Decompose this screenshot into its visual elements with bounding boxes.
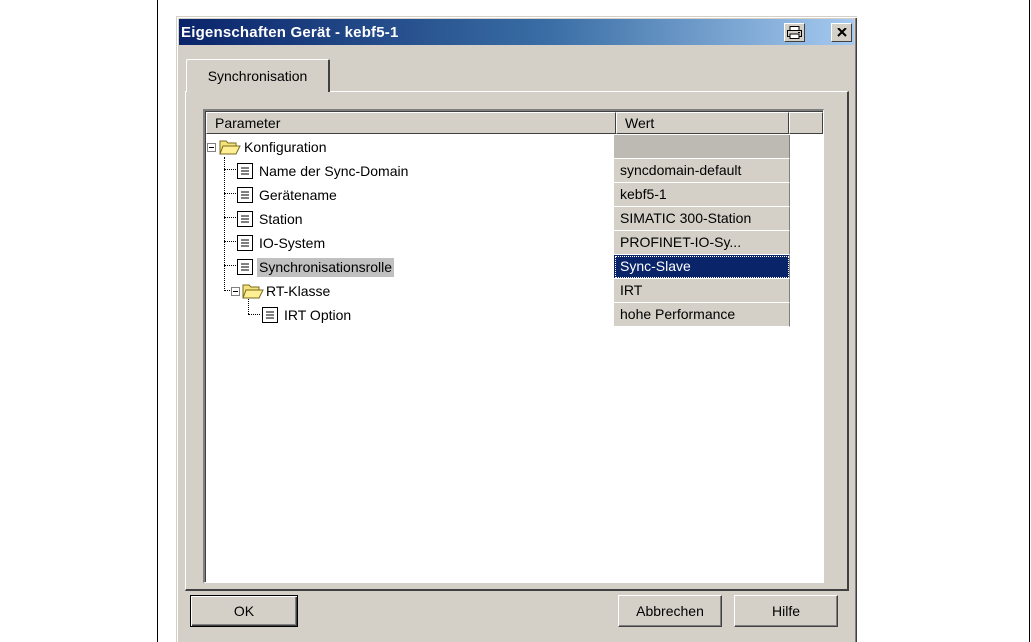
row-value[interactable]: kebf5-1 <box>614 183 790 207</box>
table-row[interactable]: Station SIMATIC 300-Station <box>205 207 805 231</box>
window-title: Eigenschaften Gerät - kebf5-1 <box>181 23 399 41</box>
row-label: Synchronisationsrolle <box>257 258 395 277</box>
cancel-button[interactable]: Abbrechen <box>618 595 722 627</box>
row-value[interactable]: hohe Performance <box>614 303 790 327</box>
column-header-wert[interactable]: Wert <box>616 112 789 134</box>
collapse-toggle[interactable] <box>207 143 216 152</box>
row-value[interactable] <box>614 135 790 159</box>
row-label: Station <box>259 211 303 227</box>
folder-open-icon <box>242 284 264 299</box>
print-button[interactable] <box>784 22 805 42</box>
tab-label: Synchronisation <box>207 68 308 84</box>
help-button[interactable]: Hilfe <box>734 595 838 627</box>
document-icon <box>237 235 253 251</box>
table-row[interactable]: Synchronisationsrolle Sync-Slave <box>205 255 805 279</box>
row-label: IO-System <box>259 235 326 251</box>
row-value[interactable]: SIMATIC 300-Station <box>614 207 790 231</box>
table-row[interactable]: Name der Sync-Domain syncdomain-default <box>205 159 805 183</box>
row-label: Gerätename <box>259 187 337 203</box>
row-value[interactable]: IRT <box>614 279 790 303</box>
ok-button[interactable]: OK <box>190 595 298 627</box>
document-icon <box>237 211 253 227</box>
document-icon <box>237 163 253 179</box>
row-value[interactable]: syncdomain-default <box>614 159 790 183</box>
collapse-toggle[interactable] <box>231 287 240 296</box>
property-grid: Parameter Wert Konfiguration Name der Sy… <box>203 109 824 583</box>
row-value-selected[interactable]: Sync-Slave <box>614 255 790 279</box>
folder-open-icon <box>219 140 241 155</box>
tab-synchronisation[interactable]: Synchronisation <box>186 59 330 92</box>
row-label: Konfiguration <box>244 139 327 155</box>
table-row[interactable]: Gerätename kebf5-1 <box>205 183 805 207</box>
cancel-button-label: Abbrechen <box>636 603 704 619</box>
title-bar[interactable]: Eigenschaften Gerät - kebf5-1 <box>179 19 854 45</box>
row-value[interactable]: PROFINET-IO-Sy... <box>614 231 790 255</box>
ok-button-label: OK <box>233 603 255 619</box>
document-icon <box>237 259 253 275</box>
row-label: Name der Sync-Domain <box>259 163 409 179</box>
properties-dialog: Eigenschaften Gerät - kebf5-1 Synchronis… <box>176 16 857 642</box>
table-row[interactable]: IRT Option hohe Performance <box>205 303 805 327</box>
grid-header: Parameter Wert <box>206 112 823 134</box>
close-icon <box>836 27 847 37</box>
row-label: RT-Klasse <box>266 283 331 299</box>
printer-icon <box>787 25 802 39</box>
row-label: IRT Option <box>284 307 352 323</box>
page-border-left <box>157 0 158 642</box>
column-header-filler <box>789 112 823 134</box>
table-row[interactable]: RT-Klasse IRT <box>205 279 805 303</box>
document-icon <box>237 187 253 203</box>
table-row[interactable]: IO-System PROFINET-IO-Sy... <box>205 231 805 255</box>
table-row[interactable]: Konfiguration <box>205 135 805 159</box>
help-button-label: Hilfe <box>771 603 800 619</box>
document-icon <box>262 307 278 323</box>
column-header-parameter[interactable]: Parameter <box>206 112 616 134</box>
page-border-right <box>1029 0 1030 642</box>
close-button[interactable] <box>831 22 852 42</box>
